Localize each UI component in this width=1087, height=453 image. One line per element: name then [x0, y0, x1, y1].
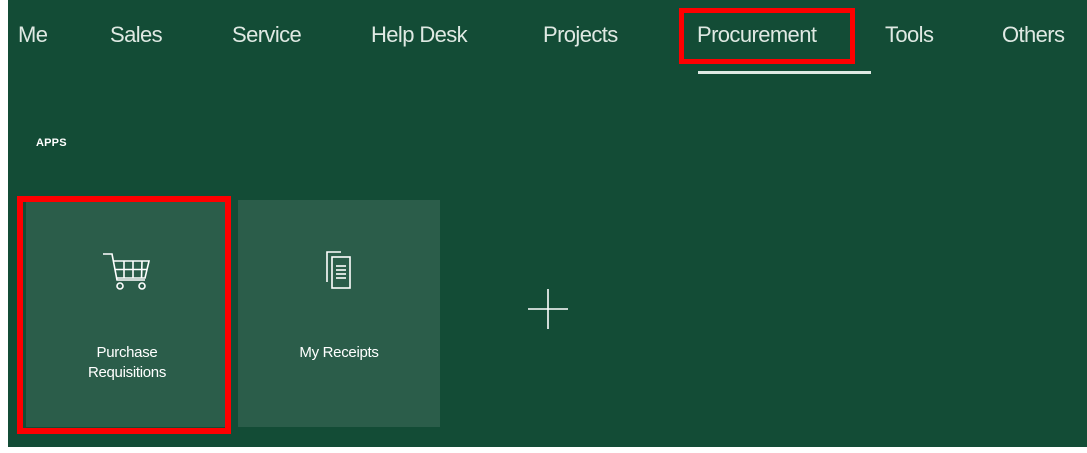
shopping-cart-icon [26, 248, 228, 292]
bottom-border [0, 447, 1087, 453]
springboard: Me Sales Service Help Desk Projects Proc… [8, 0, 1087, 453]
my-receipts-tile[interactable]: My Receipts [238, 200, 440, 427]
nav-item-me[interactable]: Me [18, 22, 48, 48]
nav-item-help-desk[interactable]: Help Desk [371, 22, 468, 48]
documents-icon [238, 250, 440, 292]
nav-item-sales[interactable]: Sales [110, 22, 163, 48]
tile-label-my-receipts: My Receipts [299, 344, 379, 361]
nav-item-others[interactable]: Others [1002, 22, 1065, 48]
top-navigation: Me Sales Service Help Desk Projects Proc… [8, 0, 1087, 74]
purchase-requisitions-tile[interactable]: Purchase Requisitions [26, 200, 228, 427]
apps-section-label: APPS [36, 137, 67, 149]
tile-label-requisitions: Requisitions [87, 364, 167, 381]
plus-icon[interactable] [527, 288, 569, 330]
nav-active-highlight [679, 8, 855, 64]
nav-item-tools[interactable]: Tools [885, 22, 934, 48]
tile-label-purchase: Purchase [96, 344, 158, 361]
nav-item-service[interactable]: Service [232, 22, 302, 48]
nav-active-underline [698, 71, 871, 74]
nav-item-projects[interactable]: Projects [543, 22, 618, 48]
